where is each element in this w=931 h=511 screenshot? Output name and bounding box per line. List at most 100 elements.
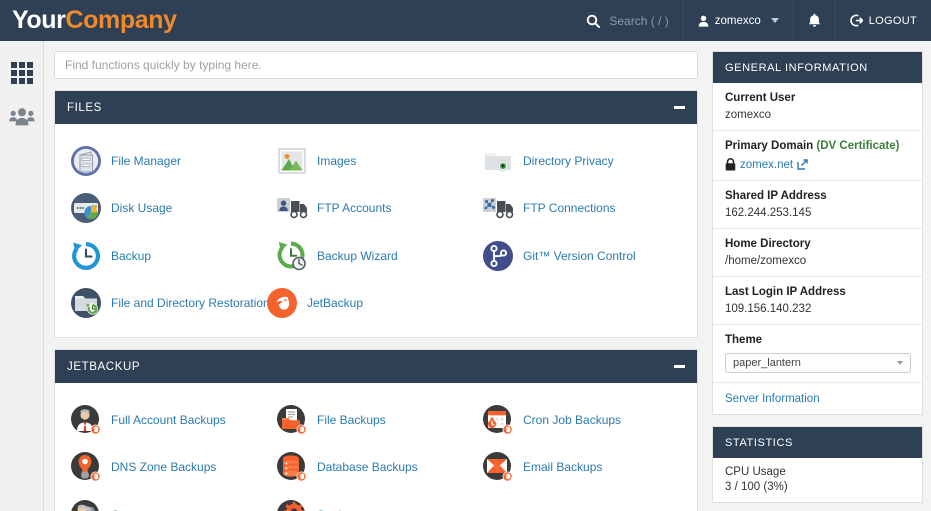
panel-jetbackup: JETBACKUP Full Ac <box>54 349 698 511</box>
grid-icon <box>11 62 33 84</box>
panel-files-header[interactable]: FILES <box>55 91 697 124</box>
tile-label: FTP Connections <box>523 201 616 215</box>
panel-files-title: FILES <box>67 102 102 114</box>
chevron-down-icon <box>897 361 903 365</box>
tile-ftp-connections[interactable]: FTP Connections <box>467 185 673 233</box>
jetbackup-icon <box>266 287 298 319</box>
jetbackup-row-1: Full Account Backups <box>55 396 697 444</box>
tile-label: Git™ Version Control <box>523 249 636 263</box>
images-icon <box>276 145 308 177</box>
cron-job-backups-icon <box>482 404 514 436</box>
logo-primary-text: Your <box>12 6 66 34</box>
panel-statistics: STATISTICS CPU Usage 3 / 100 (3%) <box>712 426 923 503</box>
tile-ftp-accounts[interactable]: FTP Accounts <box>261 185 467 233</box>
panel-jetbackup-body: Full Account Backups <box>55 383 697 511</box>
row-cpu-usage: CPU Usage 3 / 100 (3%) <box>713 458 922 502</box>
cpu-usage-label: CPU Usage <box>725 466 910 478</box>
theme-select[interactable]: paper_lantern <box>725 353 911 373</box>
header-search[interactable]: Search ( / ) <box>572 0 682 41</box>
primary-domain-text: Primary Domain <box>725 140 813 152</box>
tile-label: Full Account Backups <box>111 413 226 427</box>
tile-email-backups[interactable]: Email Backups <box>467 444 673 492</box>
sidebar-item-apps-grid[interactable] <box>0 51 44 95</box>
current-user-value: zomexco <box>725 109 910 121</box>
header-logout-label: LOGOUT <box>869 15 917 27</box>
shared-ip-label: Shared IP Address <box>725 189 910 204</box>
header-logout-button[interactable]: LOGOUT <box>835 0 931 41</box>
file-backups-icon <box>276 404 308 436</box>
tile-label: Backup <box>111 249 151 263</box>
header-actions: Search ( / ) zomexco LOGOUT <box>572 0 931 41</box>
tile-label: Database Backups <box>317 460 418 474</box>
tile-git-version-control[interactable]: Git™ Version Control <box>467 232 673 280</box>
database-backups-icon <box>276 451 308 483</box>
tile-images[interactable]: Images <box>261 137 467 185</box>
last-login-value: 109.156.140.232 <box>725 303 910 315</box>
dv-certificate-link[interactable]: (DV Certificate) <box>816 140 899 152</box>
primary-domain-value[interactable]: zomex.net <box>740 159 793 171</box>
tile-settings[interactable]: Settings <box>261 491 467 511</box>
tile-label: Disk Usage <box>111 201 172 215</box>
tile-jetbackup[interactable]: JetBackup <box>261 280 421 328</box>
lock-icon <box>725 158 736 171</box>
tile-disk-usage[interactable]: Disk Usage <box>55 185 261 233</box>
tile-database-backups[interactable]: Database Backups <box>261 444 467 492</box>
general-information-title: GENERAL INFORMATION <box>713 52 922 83</box>
user-icon <box>698 15 709 27</box>
tile-label: File Backups <box>317 413 386 427</box>
row-shared-ip: Shared IP Address 162.244.253.145 <box>713 181 922 229</box>
settings-icon <box>276 499 308 511</box>
tile-label: File and Directory Restoration <box>111 296 270 310</box>
row-last-login-ip: Last Login IP Address 109.156.140.232 <box>713 277 922 325</box>
tile-dns-zone-backups[interactable]: DNS Zone Backups <box>55 444 261 492</box>
tile-label: Backup Wizard <box>317 249 398 263</box>
tile-label: Cron Job Backups <box>523 413 621 427</box>
primary-domain-value-row: zomex.net <box>725 158 910 171</box>
tile-full-account-backups[interactable]: Full Account Backups <box>55 396 261 444</box>
home-directory-label: Home Directory <box>725 237 910 252</box>
email-backups-icon <box>482 451 514 483</box>
tile-backup[interactable]: Backup <box>55 232 261 280</box>
tile-label: DNS Zone Backups <box>111 460 216 474</box>
tile-file-manager[interactable]: File Manager <box>55 137 261 185</box>
backup-wizard-icon <box>276 240 308 272</box>
panel-jetbackup-title: JETBACKUP <box>67 361 140 373</box>
tile-backup-wizard[interactable]: Backup Wizard <box>261 232 467 280</box>
find-functions-input[interactable]: Find functions quickly by typing here. <box>54 51 698 79</box>
queue-icon <box>70 499 102 511</box>
find-functions-placeholder: Find functions quickly by typing here. <box>65 58 262 72</box>
brand-logo[interactable]: YourCompany <box>12 6 177 35</box>
minus-icon[interactable] <box>674 106 685 109</box>
tile-directory-privacy[interactable]: Directory Privacy <box>467 137 673 185</box>
sidebar-item-user-manager[interactable] <box>0 95 44 139</box>
last-login-label: Last Login IP Address <box>725 285 910 300</box>
header-user-menu[interactable]: zomexco <box>683 0 793 41</box>
row-theme: Theme paper_lantern <box>713 325 922 383</box>
tile-cron-job-backups[interactable]: Cron Job Backups <box>467 396 673 444</box>
file-restoration-icon <box>70 287 102 319</box>
external-link-icon[interactable] <box>797 159 808 170</box>
header-search-label: Search ( / ) <box>609 14 668 28</box>
search-icon <box>586 14 600 28</box>
row-server-information: Server Information <box>713 383 922 414</box>
panel-jetbackup-header[interactable]: JETBACKUP <box>55 350 697 383</box>
files-row-3: Backup Backup Wizard <box>55 232 697 280</box>
file-manager-icon <box>70 145 102 177</box>
tile-file-backups[interactable]: File Backups <box>261 396 467 444</box>
tile-file-and-directory-restoration[interactable]: File and Directory Restoration <box>55 280 261 328</box>
right-panel-spacer <box>712 415 923 426</box>
ftp-accounts-icon <box>276 195 308 221</box>
files-row-2: Disk Usage FTP Accounts <box>55 185 697 233</box>
tile-label: FTP Accounts <box>317 201 391 215</box>
tile-queue[interactable]: Queue <box>55 491 261 511</box>
server-information-link[interactable]: Server Information <box>725 393 820 405</box>
files-row-4: File and Directory Restoration JetBackup <box>55 280 697 328</box>
row-current-user: Current User zomexco <box>713 83 922 131</box>
left-rail <box>0 41 44 511</box>
jetbackup-row-2: DNS Zone Backups <box>55 444 697 492</box>
minus-icon[interactable] <box>674 365 685 368</box>
statistics-title: STATISTICS <box>713 427 922 458</box>
row-primary-domain: Primary Domain (DV Certificate) zomex.ne… <box>713 131 922 181</box>
disk-usage-icon <box>70 192 102 224</box>
header-notifications[interactable] <box>793 0 835 41</box>
